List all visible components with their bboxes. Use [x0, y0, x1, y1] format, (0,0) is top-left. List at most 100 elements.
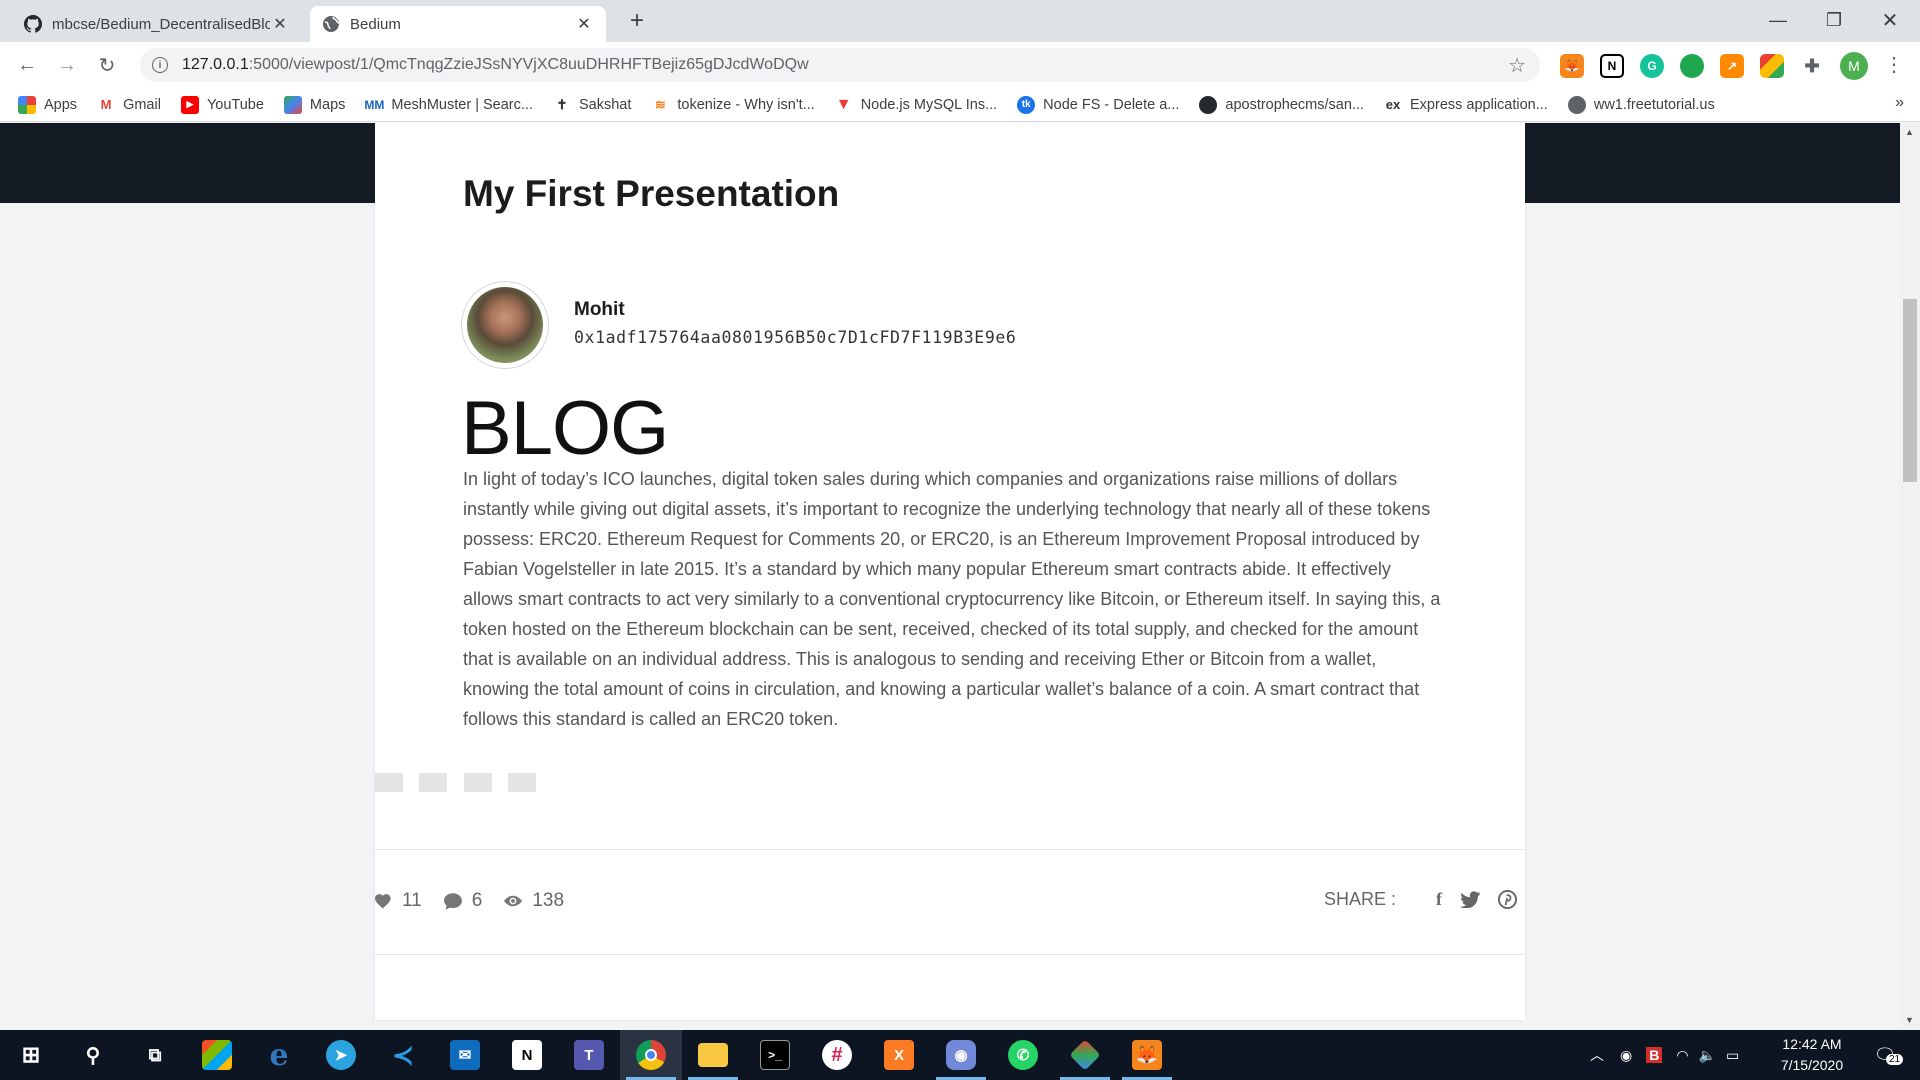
- bookmark-node-fs[interactable]: tk Node FS - Delete a...: [1017, 95, 1180, 114]
- back-button[interactable]: ←: [12, 50, 42, 80]
- close-icon[interactable]: ✕: [574, 14, 594, 34]
- taskbar-slack[interactable]: #: [806, 1030, 868, 1080]
- taskbar-teams[interactable]: T: [558, 1030, 620, 1080]
- bookmark-label: ww1.freetutorial.us: [1593, 96, 1715, 113]
- metamask-icon[interactable]: 🦊: [1560, 54, 1584, 78]
- app-tray-icon[interactable]: B: [1646, 1047, 1663, 1063]
- grammarly-icon[interactable]: G: [1640, 54, 1664, 78]
- menu-icon[interactable]: ⋮: [1884, 52, 1904, 77]
- task-view-button[interactable]: ⧉: [124, 1030, 186, 1080]
- restore-button[interactable]: ❐: [1806, 0, 1862, 40]
- bookmark-label: MeshMuster | Searc...: [391, 96, 533, 113]
- trend-icon[interactable]: ↗: [1720, 54, 1744, 78]
- new-tab-button[interactable]: +: [622, 6, 652, 36]
- notion-icon[interactable]: N: [1600, 54, 1624, 78]
- scrollbar-thumb[interactable]: [1903, 299, 1917, 482]
- forward-button[interactable]: →: [52, 50, 82, 80]
- bookmark-label: Express application...: [1410, 96, 1548, 113]
- battery-icon[interactable]: ▭: [1726, 1047, 1739, 1064]
- puzzle-icon[interactable]: ✚: [1800, 54, 1824, 78]
- search-button[interactable]: ⚲: [62, 1030, 124, 1080]
- comment-button[interactable]: 6: [443, 890, 483, 912]
- bookmark-label: Node FS - Delete a...: [1043, 96, 1180, 113]
- maps-icon: [283, 95, 302, 114]
- bookmark-tokenize[interactable]: ≋ tokenize - Why isn't...: [651, 96, 815, 114]
- globe-icon: [322, 15, 340, 33]
- notification-center-icon[interactable]: 🗨 21: [1870, 1040, 1904, 1070]
- sakshat-icon: ✝: [556, 96, 568, 112]
- bookmarks-bar: Apps M Gmail ▶ YouTube Maps MM MeshMuster |…: [0, 88, 1920, 122]
- pinterest-icon[interactable]: [1498, 890, 1517, 909]
- taskbar-store[interactable]: [186, 1030, 248, 1080]
- taskbar-telegram[interactable]: ➤: [310, 1030, 372, 1080]
- discord-tray-icon[interactable]: ◉: [1620, 1047, 1632, 1064]
- taskbar-whatsapp[interactable]: ✆: [992, 1030, 1054, 1080]
- volume-icon[interactable]: 🔈: [1699, 1047, 1716, 1064]
- bookmarks-overflow-button[interactable]: »: [1895, 94, 1904, 112]
- bookmark-gmail[interactable]: M Gmail: [97, 96, 161, 114]
- bookmark-express[interactable]: ex Express application...: [1384, 96, 1548, 114]
- scroll-up-arrow-icon[interactable]: ▲: [1905, 127, 1914, 137]
- page-viewport: My First Presentation Mohit 0x1adf175764…: [0, 123, 1900, 1030]
- page-scrollbar[interactable]: ▲ ▼: [1900, 123, 1920, 1030]
- close-icon[interactable]: ✕: [270, 14, 290, 34]
- info-icon[interactable]: i: [152, 57, 168, 73]
- bookmark-star-icon[interactable]: ☆: [1508, 53, 1526, 78]
- author-avatar[interactable]: [461, 281, 549, 369]
- profile-avatar[interactable]: M: [1840, 52, 1868, 80]
- task-view-icon: ⧉: [148, 1044, 162, 1065]
- taskbar-notion[interactable]: N: [496, 1030, 558, 1080]
- taskbar-clock[interactable]: 12:42 AM 7/15/2020: [1762, 1034, 1862, 1076]
- bookmark-sakshat[interactable]: ✝ Sakshat: [553, 96, 632, 114]
- notification-count: 21: [1886, 1054, 1904, 1065]
- taskbar-terminal[interactable]: >_: [744, 1030, 806, 1080]
- bookmark-nodejs-mysql[interactable]: ▼ Node.js MySQL Ins...: [835, 96, 997, 114]
- comment-count: 6: [471, 890, 483, 911]
- color-icon[interactable]: [1760, 54, 1784, 78]
- tab-bedium[interactable]: Bedium ✕: [310, 6, 606, 42]
- minimize-button[interactable]: —: [1750, 0, 1806, 40]
- apps-grid-icon: [18, 95, 36, 114]
- share-label: SHARE :: [1323, 889, 1396, 909]
- w3schools-icon: ▼: [835, 95, 852, 113]
- taskbar-metamask[interactable]: 🦊: [1116, 1030, 1178, 1080]
- metamask-icon: 🦊: [1132, 1040, 1162, 1070]
- bookmark-meshmuster[interactable]: MM MeshMuster | Searc...: [364, 96, 533, 114]
- author-name[interactable]: Mohit: [574, 299, 625, 321]
- reload-button[interactable]: ↻: [92, 50, 122, 80]
- bookmark-label: YouTube: [206, 96, 264, 113]
- bookmark-apps[interactable]: Apps: [18, 95, 77, 114]
- taskbar-chrome[interactable]: [620, 1030, 682, 1080]
- bookmark-youtube[interactable]: ▶ YouTube: [180, 95, 264, 114]
- taskbar-vscode[interactable]: ≺: [372, 1030, 434, 1080]
- github-icon: [1199, 95, 1218, 114]
- taskbar-edge[interactable]: e: [248, 1030, 310, 1080]
- tab-strip: mbcse/Bedium_DecentralisedBlo ✕ Bedium ✕…: [0, 0, 1920, 42]
- tab-github[interactable]: mbcse/Bedium_DecentralisedBlo ✕: [12, 6, 302, 42]
- facebook-icon[interactable]: f: [1436, 889, 1442, 910]
- scroll-down-arrow-icon[interactable]: ▼: [1905, 1015, 1914, 1025]
- address-bar[interactable]: i 127.0.0.1:5000/viewpost/1/QmcTnqgZzieJ…: [140, 48, 1540, 82]
- bookmark-label: Maps: [309, 96, 346, 113]
- post-card: My First Presentation Mohit 0x1adf175764…: [375, 123, 1525, 1020]
- taskbar-xampp[interactable]: X: [868, 1030, 930, 1080]
- taskbar-file-explorer[interactable]: [682, 1030, 744, 1080]
- bookmark-label: Sakshat: [578, 96, 632, 113]
- bookmark-maps[interactable]: Maps: [283, 95, 346, 114]
- twitter-icon[interactable]: [1460, 891, 1480, 908]
- chevron-up-icon[interactable]: ︿: [1590, 1045, 1604, 1065]
- taskbar-discord[interactable]: ◉: [930, 1030, 992, 1080]
- search-icon: ⚲: [85, 1044, 101, 1067]
- bookmark-apostrophecms[interactable]: apostrophecms/san...: [1199, 95, 1364, 114]
- chat-icon[interactable]: [1680, 54, 1704, 78]
- wifi-icon[interactable]: ◠: [1676, 1047, 1688, 1064]
- start-button[interactable]: ⊞: [0, 1030, 62, 1080]
- bookmark-freetutorial[interactable]: ww1.freetutorial.us: [1567, 95, 1715, 114]
- taskbar-mail[interactable]: ✉: [434, 1030, 496, 1080]
- taskbar-git[interactable]: [1054, 1030, 1116, 1080]
- like-button[interactable]: 11: [375, 890, 422, 912]
- terminal-icon: >_: [760, 1040, 790, 1070]
- mail-icon: ✉: [450, 1040, 480, 1070]
- window-close-button[interactable]: ✕: [1862, 0, 1918, 40]
- placeholder-block: [375, 773, 403, 792]
